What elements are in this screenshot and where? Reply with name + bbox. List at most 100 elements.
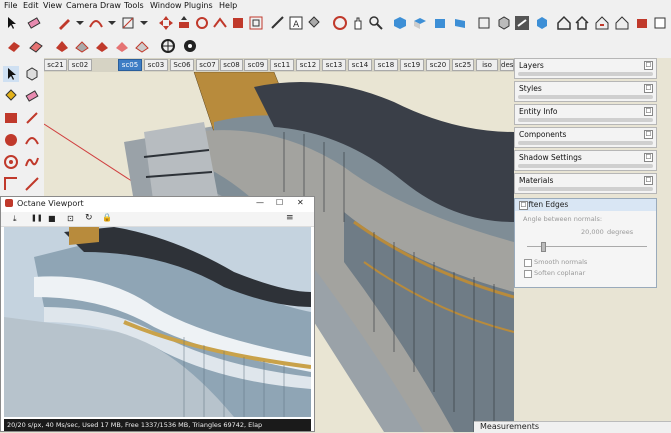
sandbox-scratch-icon[interactable] — [28, 38, 44, 54]
menu-icon[interactable]: ≡ — [286, 213, 294, 223]
rotate-icon[interactable] — [194, 15, 210, 31]
follow-me-icon[interactable] — [212, 15, 228, 31]
move-icon[interactable] — [158, 15, 174, 31]
menu-plugins[interactable]: Plugins — [184, 1, 213, 10]
share-model-icon[interactable] — [594, 15, 610, 31]
scene-tab-sc18[interactable]: sc18 — [374, 59, 398, 71]
select-icon[interactable] — [3, 66, 19, 82]
collapse-icon[interactable]: □ — [644, 61, 653, 70]
tray-panel-entity-info[interactable]: Entity Info □ — [514, 104, 657, 125]
scene-tab-sc02[interactable]: sc02 — [68, 59, 92, 71]
layout-icon[interactable] — [652, 15, 668, 31]
zoom-icon[interactable] — [368, 15, 384, 31]
menu-camera[interactable]: Camera — [66, 1, 97, 10]
angle-slider-thumb[interactable] — [541, 242, 546, 252]
offset-icon[interactable] — [248, 15, 264, 31]
chevron-down-icon[interactable] — [72, 15, 88, 31]
flip-edge-icon[interactable] — [134, 38, 150, 54]
wireframe-style-icon[interactable] — [496, 15, 512, 31]
scene-tab-sc06[interactable]: Sc06 — [170, 59, 194, 71]
measurements-box[interactable]: Measurements — [474, 421, 671, 433]
scale-icon[interactable] — [230, 15, 246, 31]
collapse-icon[interactable]: □ — [644, 130, 653, 139]
shaded-style-icon[interactable] — [514, 15, 530, 31]
eraser-icon[interactable] — [26, 15, 42, 31]
tray-panel-materials[interactable]: Materials □ — [514, 173, 657, 194]
collapse-icon[interactable]: □ — [519, 201, 528, 210]
orbit-icon[interactable] — [332, 15, 348, 31]
smoove-icon[interactable] — [54, 38, 70, 54]
front-view-icon[interactable] — [432, 15, 448, 31]
octane-titlebar[interactable]: Octane Viewport — ☐ ✕ — [1, 197, 314, 211]
tape-measure-icon[interactable] — [270, 15, 286, 31]
rectangle-icon[interactable] — [120, 15, 136, 31]
menu-draw[interactable]: Draw — [100, 1, 121, 10]
octane-settings-icon[interactable] — [182, 38, 198, 54]
octane-render-view[interactable] — [4, 227, 311, 417]
rectangle-icon[interactable] — [3, 110, 19, 126]
textured-style-icon[interactable] — [534, 15, 550, 31]
circle-icon[interactable] — [3, 132, 19, 148]
scene-tab-iso[interactable]: iso — [476, 59, 498, 71]
collapse-icon[interactable]: □ — [644, 176, 653, 185]
scene-tab-sc07[interactable]: sc07 — [196, 59, 219, 71]
sandbox-contours-icon[interactable] — [6, 38, 22, 54]
tray-panel-components[interactable]: Components □ — [514, 127, 657, 148]
scene-tab-sc20[interactable]: sc20 — [426, 59, 450, 71]
minimize-icon[interactable]: — — [256, 198, 264, 207]
scene-tab-sc09[interactable]: sc09 — [244, 59, 268, 71]
scene-tab-sc21[interactable]: sc21 — [44, 59, 67, 71]
region-icon[interactable]: ⊡ — [67, 214, 74, 223]
follow-me-icon[interactable] — [24, 176, 40, 192]
stop-icon[interactable]: ■ — [48, 214, 56, 223]
scene-tab-sc25[interactable]: sc25 — [452, 59, 474, 71]
right-view-icon[interactable] — [452, 15, 468, 31]
text-icon[interactable]: A — [288, 15, 304, 31]
scene-tab-sc19[interactable]: sc19 — [400, 59, 424, 71]
octane-render-icon[interactable] — [160, 38, 176, 54]
scene-tab-sc08[interactable]: sc08 — [220, 59, 243, 71]
menu-window[interactable]: Window — [150, 1, 182, 10]
scene-tab-sc12[interactable]: sc12 — [296, 59, 320, 71]
eraser-icon[interactable] — [24, 88, 40, 104]
download-icon[interactable]: ⤓ — [13, 214, 17, 224]
paint-bucket-icon[interactable] — [306, 15, 322, 31]
arc-icon[interactable] — [24, 132, 40, 148]
close-icon[interactable]: ✕ — [297, 198, 304, 207]
paint-bucket-icon[interactable] — [3, 88, 19, 104]
smooth-normals-checkbox[interactable] — [524, 259, 532, 267]
stamp-icon[interactable] — [74, 38, 90, 54]
tray-panel-layers[interactable]: Layers □ — [514, 58, 657, 79]
pan-icon[interactable] — [350, 15, 366, 31]
scene-tab-sc03[interactable]: sc03 — [144, 59, 168, 71]
home-icon[interactable] — [574, 15, 590, 31]
soften-coplanar-checkbox[interactable] — [524, 270, 532, 278]
line-icon[interactable] — [24, 110, 40, 126]
push-pull-icon[interactable] — [176, 15, 192, 31]
extension-warehouse-icon[interactable] — [634, 15, 650, 31]
soften-edges-header[interactable]: Soften Edges □ — [515, 199, 656, 211]
scene-tab-sc13[interactable]: sc13 — [322, 59, 346, 71]
menu-edit[interactable]: Edit — [23, 1, 39, 10]
make-component-icon[interactable] — [24, 66, 40, 82]
menu-help[interactable]: Help — [219, 1, 237, 10]
get-photo-texture-icon[interactable] — [614, 15, 630, 31]
top-view-icon[interactable] — [412, 15, 428, 31]
collapse-icon[interactable]: □ — [644, 153, 653, 162]
pause-icon[interactable]: ❚❚ — [31, 214, 43, 222]
collapse-icon[interactable]: □ — [644, 107, 653, 116]
menu-view[interactable]: View — [43, 1, 62, 10]
maximize-icon[interactable]: ☐ — [276, 198, 283, 207]
tray-panel-shadow-settings[interactable]: Shadow Settings □ — [514, 150, 657, 171]
arc-icon[interactable] — [88, 15, 104, 31]
select-icon[interactable] — [4, 15, 20, 31]
chevron-down-icon[interactable] — [136, 15, 152, 31]
move-icon[interactable] — [3, 176, 19, 192]
freehand-icon[interactable] — [24, 154, 40, 170]
collapse-icon[interactable]: □ — [644, 84, 653, 93]
scene-tab-des[interactable]: des — [500, 59, 514, 71]
warehouse-icon[interactable] — [556, 15, 572, 31]
lock-icon[interactable]: 🔒 — [102, 213, 112, 222]
chevron-down-icon[interactable] — [104, 15, 120, 31]
xray-style-icon[interactable] — [476, 15, 492, 31]
